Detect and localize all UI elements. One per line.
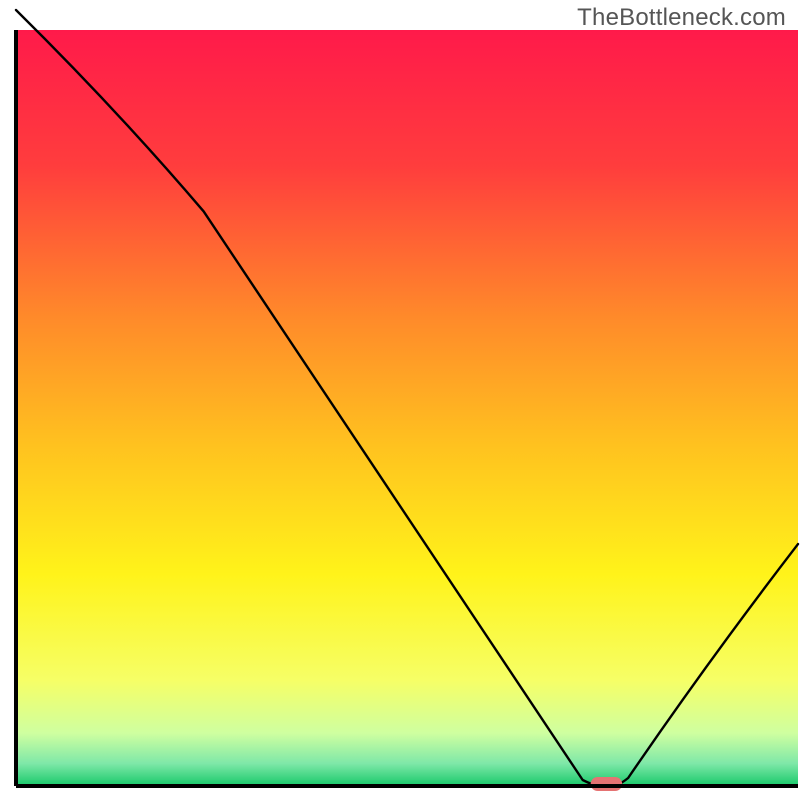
watermark-text: TheBottleneck.com	[577, 4, 786, 32]
bottleneck-chart	[0, 0, 800, 800]
plot-area	[16, 30, 798, 786]
